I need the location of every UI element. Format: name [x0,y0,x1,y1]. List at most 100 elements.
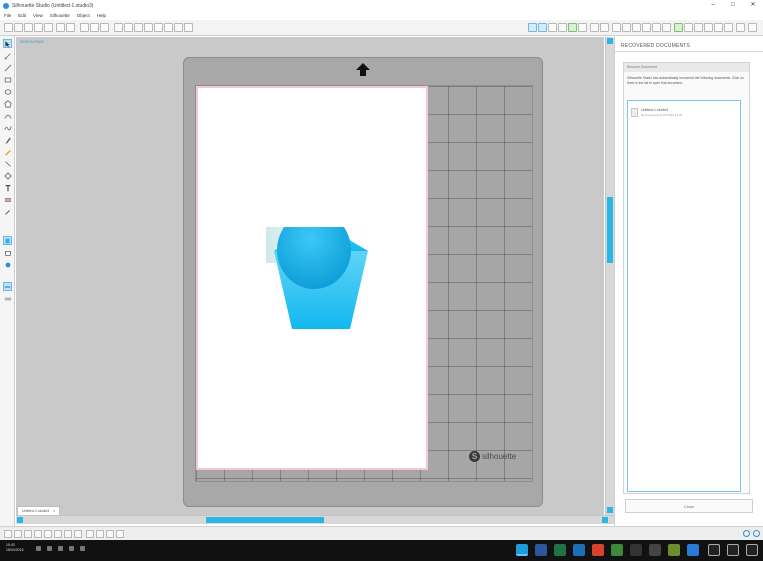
line-color-icon[interactable] [590,23,599,32]
notification-icon[interactable] [69,546,74,551]
recovered-file-list[interactable]: Untitled-1.studio3 Recovered April 18 20… [627,100,741,492]
media-task-icon[interactable] [630,544,642,556]
save-as-icon[interactable] [34,23,43,32]
menu-help[interactable]: Help [97,13,106,18]
settings-gear-icon[interactable] [743,530,750,537]
zoom-in-icon[interactable] [144,23,153,32]
list-item[interactable]: Untitled-1.studio3 Recovered April 18 20… [631,104,737,120]
close-panel-button[interactable]: Close [625,499,753,513]
smooth-freehand-icon[interactable] [3,135,12,144]
network-icon[interactable] [47,546,52,551]
maximize-button[interactable]: □ [723,0,743,11]
vertical-scrollbar[interactable] [605,37,614,515]
select-tool-icon[interactable] [3,39,12,48]
more-icon[interactable] [748,23,757,32]
silhouette-studio-task-icon[interactable] [516,544,528,556]
text-tool-icon[interactable] [3,183,12,192]
copy-icon[interactable] [90,23,99,32]
transform-icon[interactable] [612,23,621,32]
menu-object[interactable]: Object [77,13,90,18]
redo-icon[interactable] [124,23,133,32]
registration-marks-icon[interactable] [548,23,557,32]
start-icon[interactable] [746,544,758,556]
rectangle-tool-icon[interactable] [3,75,12,84]
eyedropper-tool-icon[interactable] [3,207,12,216]
app-task-icon[interactable] [573,544,585,556]
menu-file[interactable]: File [4,13,11,18]
scroll-up-icon[interactable] [607,38,613,44]
chrome-task-icon[interactable] [592,544,604,556]
pan-icon[interactable] [134,23,143,32]
bring-forward-icon[interactable] [106,530,114,538]
minimize-button[interactable]: – [703,0,723,11]
line-style-icon[interactable] [600,23,609,32]
cut-icon[interactable] [80,23,89,32]
word-task-icon[interactable] [535,544,547,556]
horizontal-scrollbar[interactable] [16,515,614,524]
volume-icon[interactable] [36,546,41,551]
scroll-down-icon[interactable] [607,507,613,513]
modify-icon[interactable] [642,23,651,32]
store-shortcut-icon[interactable] [3,260,12,269]
group-icon[interactable] [44,530,52,538]
menu-edit[interactable]: Edit [18,13,26,18]
fit-to-window-icon[interactable] [174,23,183,32]
show-hidden-icon[interactable] [80,546,85,551]
library-icon[interactable] [44,23,53,32]
undo-icon[interactable] [114,23,123,32]
curve-tool-icon[interactable] [3,111,12,120]
page-setup-icon[interactable] [528,23,537,32]
send-to-back-icon[interactable] [96,530,104,538]
text-style-icon[interactable] [674,23,683,32]
offset-icon[interactable] [652,23,661,32]
polygon-tool-icon[interactable] [3,99,12,108]
ellipse-tool-icon[interactable] [3,87,12,96]
ungroup-icon[interactable] [54,530,62,538]
green-app-task-icon[interactable] [611,544,623,556]
send-backward-icon[interactable] [116,530,124,538]
excel-task-icon[interactable] [554,544,566,556]
zoom-select-icon[interactable] [164,23,173,32]
game-task-icon[interactable] [668,544,680,556]
fill-gradient-icon[interactable] [578,23,587,32]
vertical-scroll-thumb[interactable] [607,197,613,263]
edge-task-icon[interactable] [687,544,699,556]
deselect-icon[interactable] [14,530,22,538]
grid-settings-icon[interactable] [538,23,547,32]
close-button[interactable]: ✕ [743,0,763,11]
knife-tool-icon[interactable] [3,159,12,168]
design-store-icon[interactable] [684,23,693,32]
make-compound-icon[interactable] [64,530,72,538]
open-icon[interactable] [14,23,23,32]
design-page-icon[interactable] [3,236,12,245]
send-icon[interactable] [736,23,745,32]
task-view-icon[interactable] [708,544,720,556]
eraser-tool-icon[interactable] [3,195,12,204]
layers-tool-icon[interactable] [3,282,12,291]
store-icon[interactable] [724,23,733,32]
duplicate-icon[interactable] [24,530,32,538]
battery-icon[interactable] [58,546,63,551]
fill-color-icon[interactable] [568,23,577,32]
scroll-left-icon[interactable] [17,517,23,523]
send-to-cutter-icon[interactable] [66,23,75,32]
document-tab[interactable]: Untitled-1.studio3 x [17,506,60,515]
help-icon[interactable] [753,530,760,537]
cut-settings-icon[interactable] [694,23,703,32]
save-icon[interactable] [24,23,33,32]
layers-icon[interactable] [704,23,713,32]
search-icon[interactable] [727,544,739,556]
redraw-icon[interactable] [184,23,193,32]
store-task-icon[interactable] [649,544,661,556]
library-panel-icon[interactable] [714,23,723,32]
paste-icon[interactable] [100,23,109,32]
scroll-right-icon[interactable] [602,517,608,523]
trace-icon[interactable] [662,23,671,32]
freehand-tool-icon[interactable] [3,123,12,132]
canvas-area[interactable]: DESIGN PAGE S silhouette [16,37,604,515]
rotate-icon[interactable] [622,23,631,32]
library-shapes-icon[interactable] [3,248,12,257]
menu-silhouette[interactable]: Silhouette [50,13,70,18]
select-all-icon[interactable] [4,530,12,538]
new-document-icon[interactable] [4,23,13,32]
